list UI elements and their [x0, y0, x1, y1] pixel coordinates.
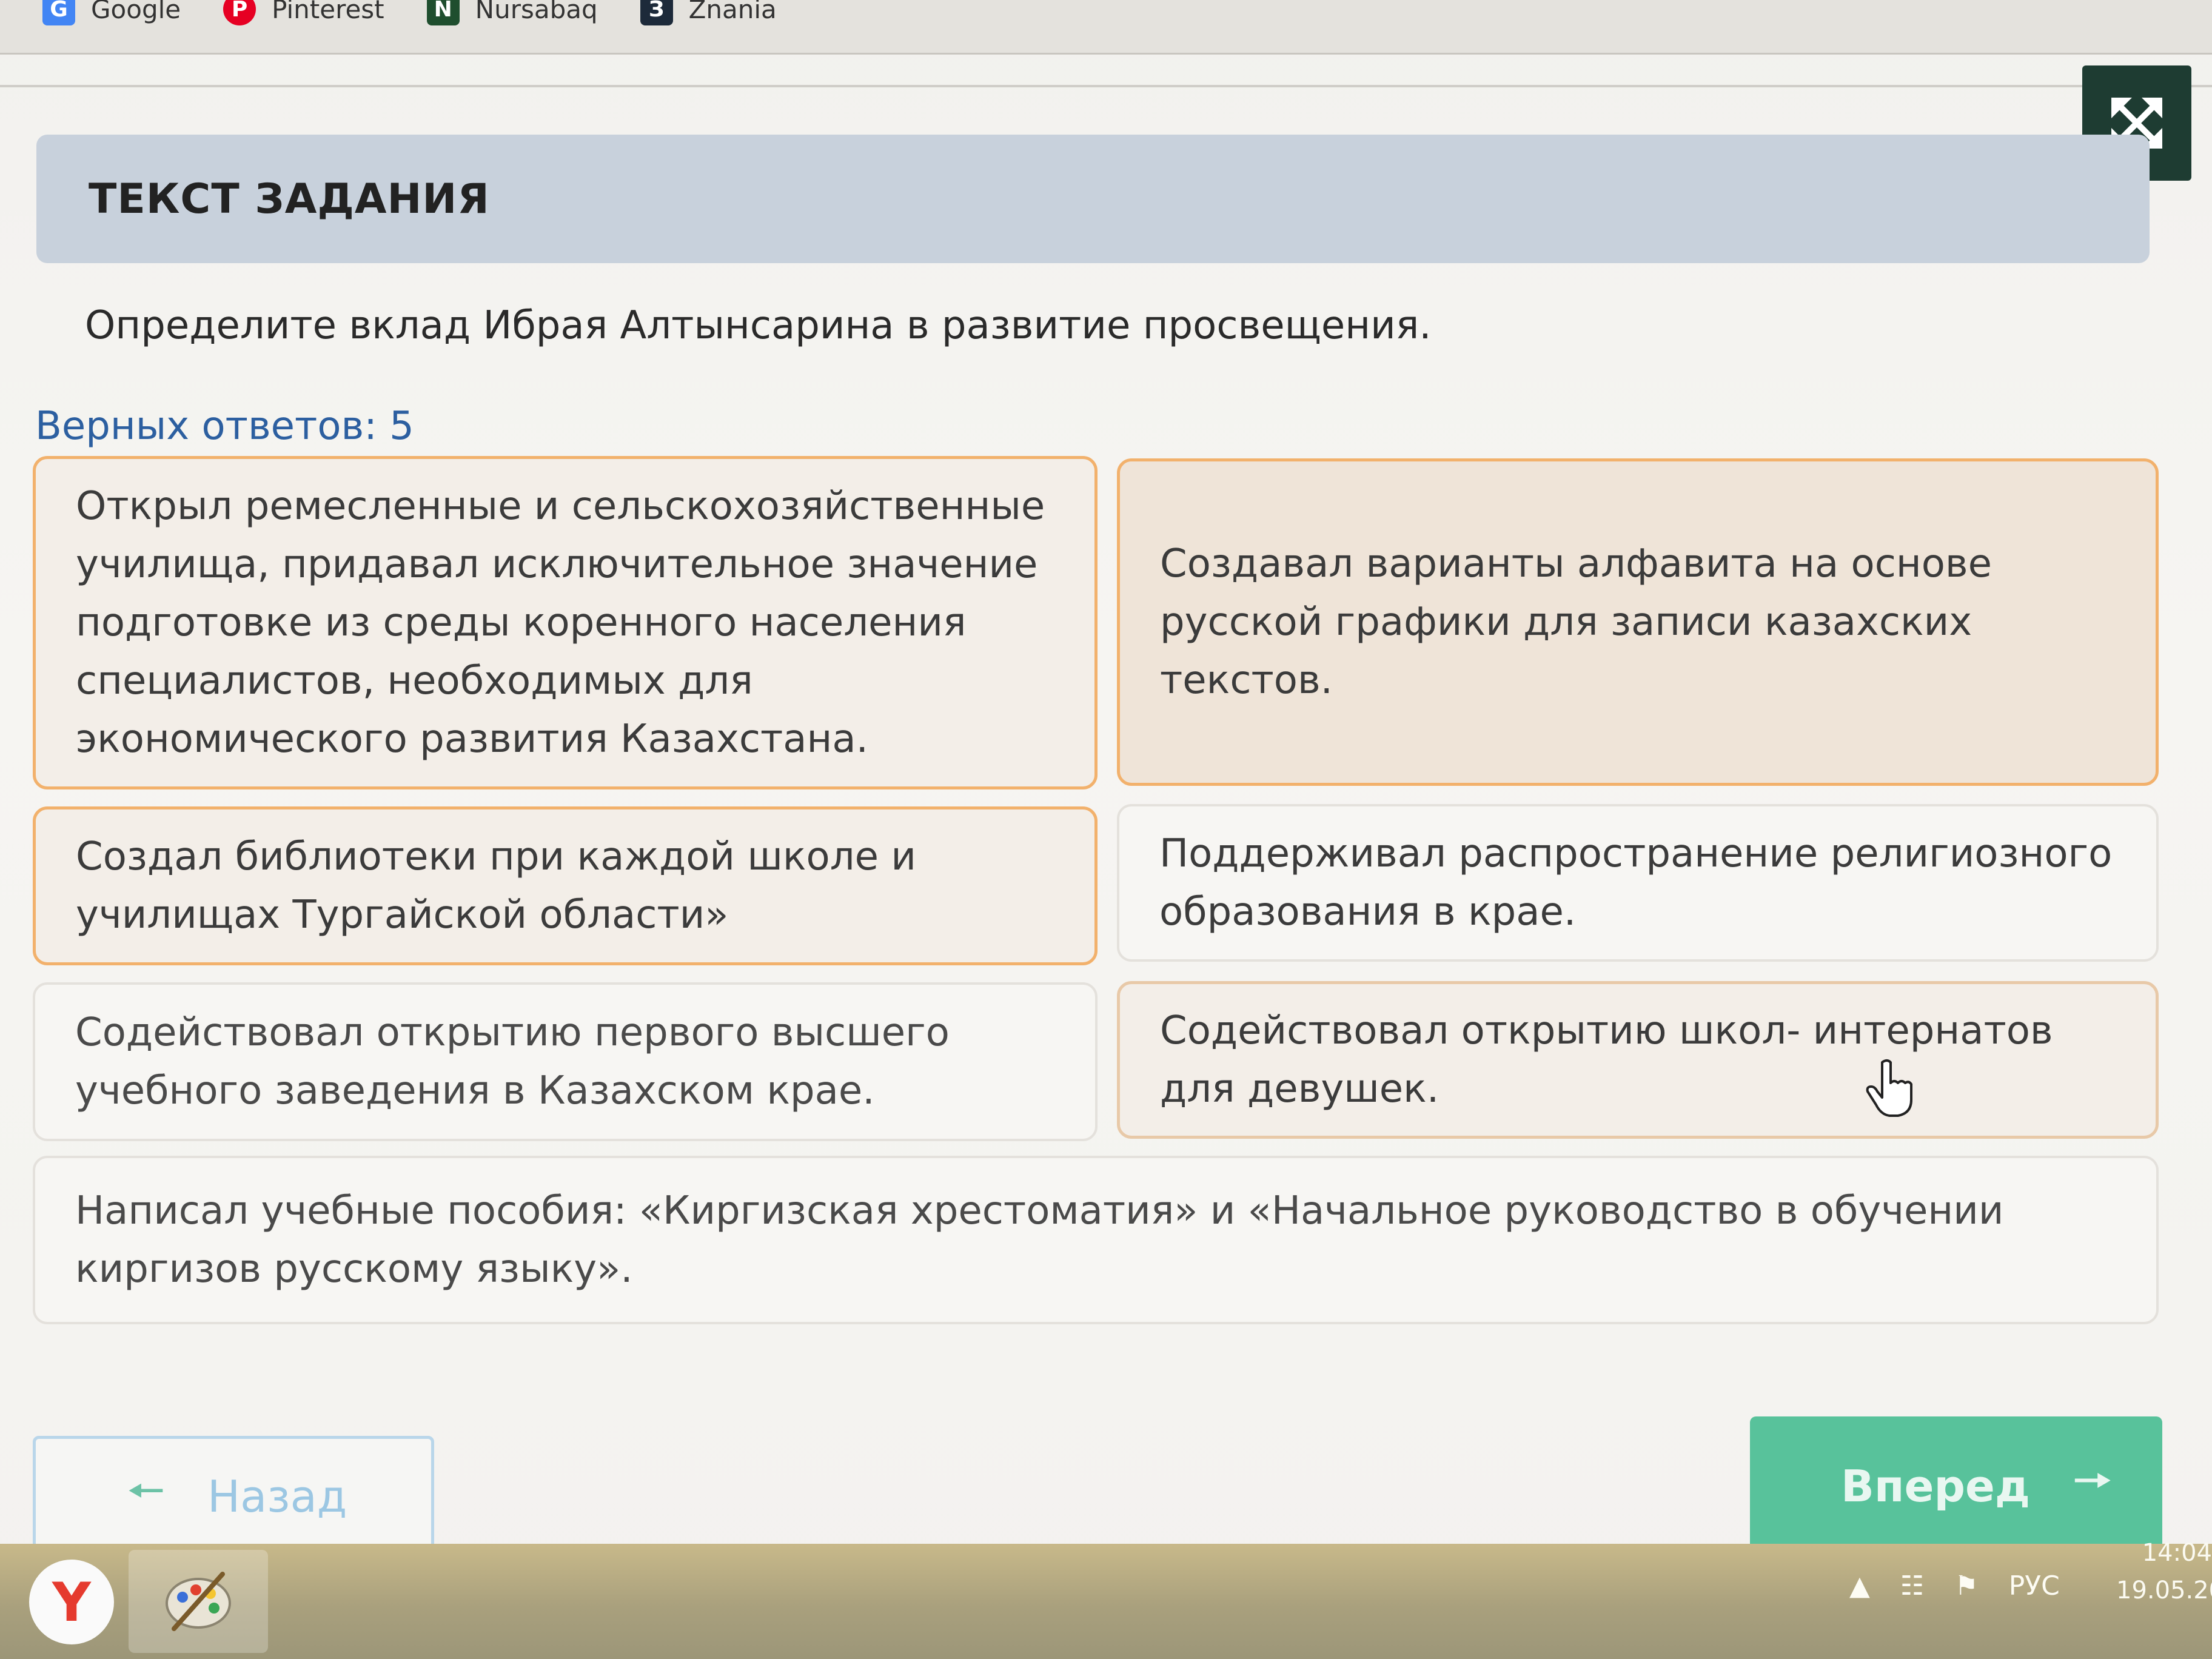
bookmark-label: Pinterest	[272, 0, 384, 24]
system-tray: ▲ ☷ ⚑ РУС	[1849, 1570, 2090, 1601]
pinterest-icon: P	[223, 0, 256, 25]
bookmark-google[interactable]: G Google	[42, 0, 181, 25]
arrow-right-icon: 🠖	[2072, 1453, 2113, 1507]
answer-option-text: Создал библиотеки при каждой школе и учи…	[76, 834, 916, 937]
bookmark-label: Znania	[688, 0, 777, 24]
znania-icon: З	[640, 0, 673, 25]
taskbar-app-paint[interactable]	[129, 1550, 268, 1653]
bookmark-label: Nursabaq	[475, 0, 598, 24]
answer-option-4[interactable]: Поддерживал распространение религиозного…	[1117, 804, 2159, 962]
bookmark-znania[interactable]: З Znania	[640, 0, 777, 25]
yandex-browser-button[interactable]: Y	[29, 1560, 114, 1644]
answer-option-text: Поддерживал распространение религиозного…	[1159, 831, 2113, 934]
taskbar	[0, 1544, 2212, 1659]
answer-option-2[interactable]: Создавал варианты алфавита на основе рус…	[1117, 458, 2159, 786]
answer-option-1[interactable]: Открыл ремесленные и сельскохозяйственны…	[33, 456, 1098, 789]
bookmarks-bar: G Google P Pinterest N Nursabaq З Znania	[0, 0, 2212, 55]
clock-time: 14:04	[2142, 1539, 2212, 1567]
clock-date: 19.05.20	[2116, 1577, 2212, 1604]
paint-palette-icon	[166, 1572, 231, 1631]
next-button[interactable]: Вперед 🠖	[1750, 1416, 2162, 1556]
google-icon: G	[42, 0, 75, 25]
clock[interactable]: 14:04 19.05.20	[2116, 1534, 2212, 1609]
answer-option-text: Создавал варианты алфавита на основе рус…	[1160, 541, 1992, 703]
bookmark-label: Google	[91, 0, 181, 24]
yandex-icon: Y	[52, 1570, 91, 1634]
next-button-label: Вперед	[1841, 1461, 2030, 1512]
question-text: Определите вклад Ибрая Алтынсарина в раз…	[85, 303, 1432, 348]
tray-expand-icon[interactable]: ▲	[1849, 1570, 1870, 1601]
bookmark-pinterest[interactable]: P Pinterest	[223, 0, 384, 25]
answer-option-text: Содействовал открытию школ- интернатов д…	[1160, 1008, 2053, 1111]
bookmark-nursabaq[interactable]: N Nursabaq	[426, 0, 598, 25]
language-indicator[interactable]: РУС	[2009, 1570, 2060, 1601]
answer-option-7[interactable]: Написал учебные пособия: «Киргизская хре…	[33, 1156, 2159, 1324]
task-header-title: ТЕКСТ ЗАДАНИЯ	[89, 175, 490, 223]
answer-option-text: Открыл ремесленные и сельскохозяйственны…	[76, 484, 1045, 762]
answer-option-6[interactable]: Содействовал открытию школ- интернатов д…	[1117, 981, 2159, 1139]
nursabaq-icon: N	[426, 0, 460, 25]
correct-answers-count: Верных ответов: 5	[35, 404, 414, 449]
network-icon[interactable]: ☷	[1900, 1570, 1924, 1601]
screen: G Google P Pinterest N Nursabaq З Znania	[0, 0, 2212, 1659]
action-center-flag-icon[interactable]: ⚑	[1954, 1570, 1978, 1601]
back-button-label: Назад	[207, 1471, 347, 1522]
arrow-left-icon: 🠔	[127, 1465, 166, 1516]
task-header: ТЕКСТ ЗАДАНИЯ	[36, 135, 2150, 263]
hand-cursor-icon	[1866, 1059, 1912, 1117]
answer-option-5[interactable]: Содействовал открытию первого высшего уч…	[33, 982, 1098, 1141]
divider	[0, 85, 2212, 87]
answer-option-text: Написал учебные пособия: «Киргизская хре…	[75, 1188, 2004, 1292]
back-button[interactable]: 🠔 Назад	[33, 1436, 434, 1557]
answer-option-3[interactable]: Создал библиотеки при каждой школе и учи…	[33, 806, 1098, 965]
answer-option-text: Содействовал открытию первого высшего уч…	[75, 1010, 950, 1113]
